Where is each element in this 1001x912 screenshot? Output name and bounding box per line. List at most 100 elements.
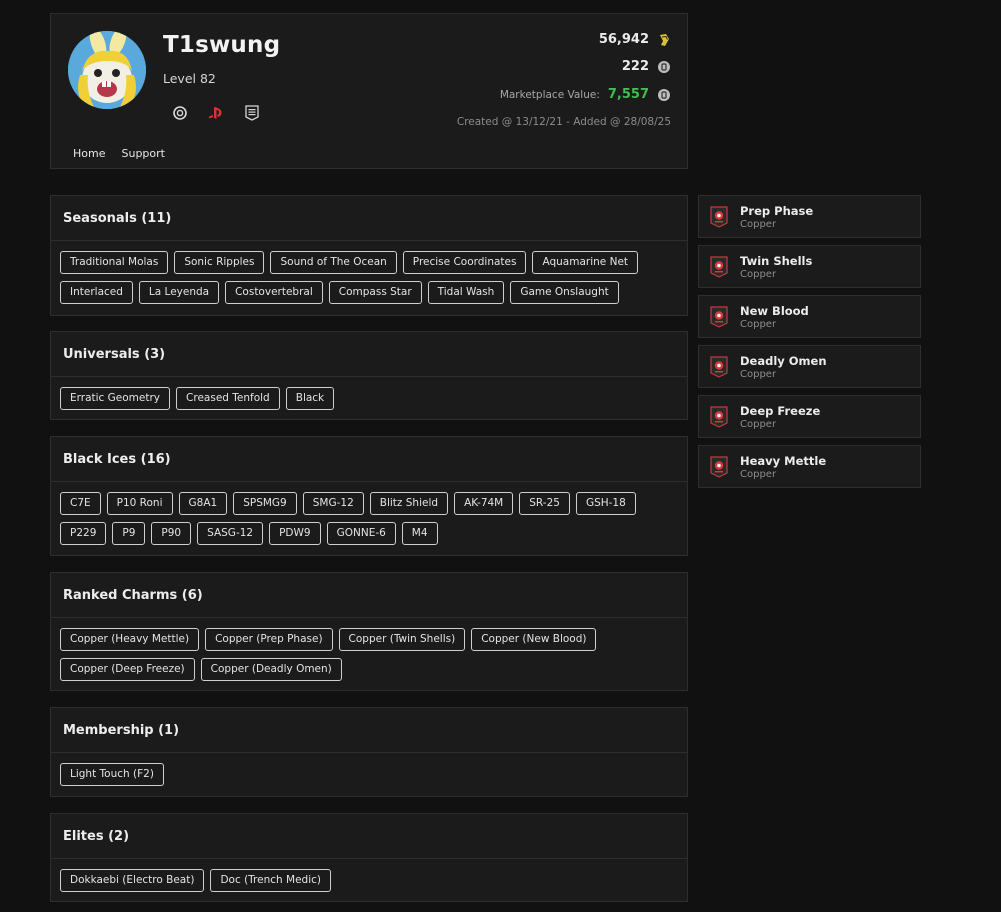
item-chip[interactable]: PDW9 xyxy=(269,522,321,545)
item-chip-list: Copper (Heavy Mettle) Copper (Prep Phase)… xyxy=(51,618,687,681)
charm-tier: Copper xyxy=(740,369,777,380)
r6-credit-icon xyxy=(657,88,671,102)
item-chip[interactable]: P9 xyxy=(112,522,146,545)
item-chip[interactable]: Tidal Wash xyxy=(427,281,505,304)
section-title: Universals (3) xyxy=(51,332,687,377)
charm-card[interactable]: New Blood Copper xyxy=(698,295,921,338)
section-title: Black Ices (16) xyxy=(51,437,687,482)
r6-credit-icon xyxy=(657,60,671,74)
charm-tier: Copper xyxy=(740,269,777,280)
marketplace-value: 7,557 xyxy=(607,87,649,102)
item-chip[interactable]: Creased Tenfold xyxy=(176,387,280,410)
marketplace-stat: Marketplace Value: 7,557 xyxy=(500,87,671,102)
item-chip[interactable]: M4 xyxy=(401,522,438,545)
item-chip[interactable]: P10 Roni xyxy=(106,492,173,515)
section-ranked-charms: Ranked Charms (6) Copper (Heavy Mettle) Co… xyxy=(50,572,688,691)
item-chip[interactable]: G8A1 xyxy=(178,492,228,515)
charm-card[interactable]: Deadly Omen Copper xyxy=(698,345,921,388)
item-chip[interactable]: Blitz Shield xyxy=(369,492,449,515)
profile-nav: Home Support xyxy=(73,147,165,160)
charm-tier: Copper xyxy=(740,419,777,430)
item-chip[interactable]: Interlaced xyxy=(60,281,133,304)
item-chip[interactable]: GSH-18 xyxy=(575,492,636,515)
item-chip[interactable]: AK-74M xyxy=(454,492,514,515)
item-chip[interactable]: SMG-12 xyxy=(302,492,364,515)
item-chip[interactable]: Copper (Deep Freeze) xyxy=(60,658,195,681)
item-chip[interactable]: Copper (New Blood) xyxy=(471,628,597,651)
section-title: Seasonals (11) xyxy=(51,196,687,241)
r6-credits-value: 222 xyxy=(621,59,649,74)
section-membership: Membership (1) Light Touch (F2) xyxy=(50,707,688,797)
charm-tier: Copper xyxy=(740,469,777,480)
section-title: Ranked Charms (6) xyxy=(51,573,687,618)
credits-stat: 56,942 xyxy=(599,32,671,47)
item-chip[interactable]: Compass Star xyxy=(328,281,422,304)
item-chip[interactable]: Precise Coordinates xyxy=(402,251,527,274)
avatar xyxy=(68,31,146,109)
item-chip-list: Traditional Molas Sonic Ripples Sound of T… xyxy=(51,241,687,304)
ubisoft-icon[interactable] xyxy=(171,104,189,122)
charm-card[interactable]: Heavy Mettle Copper xyxy=(698,445,921,488)
item-chip[interactable]: La Leyenda xyxy=(138,281,220,304)
item-chip[interactable]: Costovertebral xyxy=(225,281,323,304)
charm-card[interactable]: Twin Shells Copper xyxy=(698,245,921,288)
charm-card[interactable]: Deep Freeze Copper xyxy=(698,395,921,438)
ranked-charm-icon xyxy=(710,306,728,328)
item-chip-list: C7E P10 Roni G8A1 SPSMG9 SMG-12 Blitz Shield A… xyxy=(51,482,687,545)
nav-home-link[interactable]: Home xyxy=(73,147,105,160)
item-chip[interactable]: Light Touch (F2) xyxy=(60,763,164,786)
item-chip[interactable]: Copper (Prep Phase) xyxy=(205,628,333,651)
credits-value: 56,942 xyxy=(598,32,649,47)
item-chip[interactable]: Sound of The Ocean xyxy=(270,251,397,274)
section-elites: Elites (2) Dokkaebi (Electro Beat) Doc (Tr… xyxy=(50,813,688,902)
platform-links xyxy=(171,104,261,122)
item-chip[interactable]: P229 xyxy=(60,522,107,545)
ranked-charm-icon xyxy=(710,406,728,428)
charm-tier: Copper xyxy=(740,219,777,230)
item-chip[interactable]: Traditional Molas xyxy=(60,251,169,274)
item-chip[interactable]: P90 xyxy=(151,522,192,545)
section-title: Membership (1) xyxy=(51,708,687,753)
item-chip[interactable]: Game Onslaught xyxy=(510,281,619,304)
item-chip[interactable]: Copper (Deadly Omen) xyxy=(200,658,342,681)
item-chip-list: Light Touch (F2) xyxy=(51,753,687,786)
username: T1swung xyxy=(163,32,281,58)
item-chip[interactable]: SASG-12 xyxy=(197,522,264,545)
item-chip[interactable]: C7E xyxy=(60,492,101,515)
playstation-icon[interactable] xyxy=(207,104,225,122)
item-chip[interactable]: Aquamarine Net xyxy=(532,251,639,274)
profile-card: T1swung Level 82 56,942 222 Marketplace … xyxy=(50,13,688,169)
section-title: Elites (2) xyxy=(51,814,687,859)
item-chip[interactable]: Copper (Heavy Mettle) xyxy=(60,628,200,651)
r6-credits-stat: 222 xyxy=(622,59,671,74)
marketplace-label: Marketplace Value: xyxy=(499,88,600,101)
ranked-charm-icon xyxy=(710,206,728,228)
item-chip[interactable]: Erratic Geometry xyxy=(60,387,171,410)
item-chip[interactable]: Sonic Ripples xyxy=(174,251,265,274)
item-chip[interactable]: SR-25 xyxy=(519,492,570,515)
item-chip-list: Erratic Geometry Creased Tenfold Black xyxy=(51,377,687,410)
charm-name: Twin Shells xyxy=(740,254,813,268)
charm-name: Heavy Mettle xyxy=(740,454,827,468)
charm-card[interactable]: Prep Phase Copper xyxy=(698,195,921,238)
item-chip[interactable]: Black xyxy=(285,387,335,410)
charm-name: Deadly Omen xyxy=(740,354,827,368)
charm-tier: Copper xyxy=(740,319,777,330)
charm-name: New Blood xyxy=(740,304,809,318)
item-chip[interactable]: SPSMG9 xyxy=(233,492,297,515)
item-chip[interactable]: Doc (Trench Medic) xyxy=(210,869,331,892)
epic-games-icon[interactable] xyxy=(243,104,261,122)
item-chip[interactable]: GONNE-6 xyxy=(326,522,396,545)
item-chip[interactable]: Copper (Twin Shells) xyxy=(338,628,466,651)
section-black-ices: Black Ices (16) C7E P10 Roni G8A1 SPSMG9 SMG-… xyxy=(50,436,688,556)
section-seasonals: Seasonals (11) Traditional Molas Sonic Rip… xyxy=(50,195,688,316)
nav-support-link[interactable]: Support xyxy=(121,147,164,160)
item-chip-list: Dokkaebi (Electro Beat) Doc (Trench Medic… xyxy=(51,859,687,892)
page: T1swung Level 82 56,942 222 Marketplace … xyxy=(0,0,1001,912)
charm-name: Deep Freeze xyxy=(740,404,821,418)
item-chip[interactable]: Dokkaebi (Electro Beat) xyxy=(60,869,205,892)
ranked-charm-icon xyxy=(710,256,728,278)
charm-name: Prep Phase xyxy=(740,204,814,218)
renown-icon xyxy=(657,33,671,47)
player-level: Level 82 xyxy=(163,71,216,86)
